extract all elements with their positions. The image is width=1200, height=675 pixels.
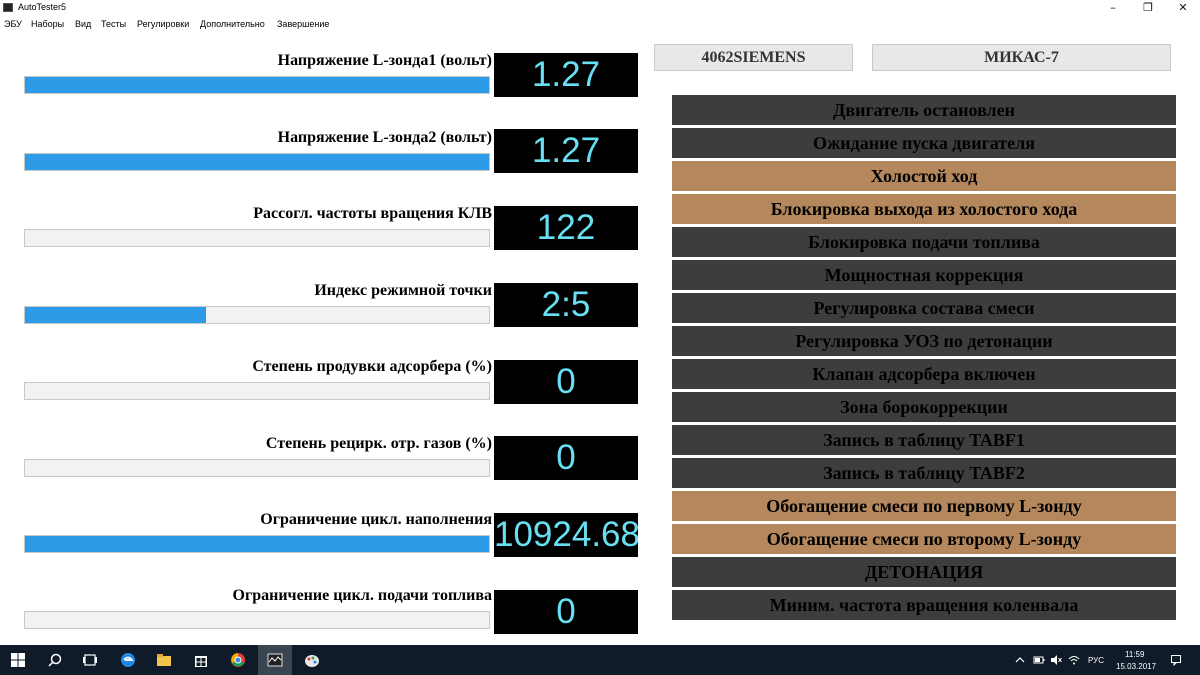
autotester-app-icon[interactable] <box>267 652 283 668</box>
battery-icon[interactable] <box>1033 654 1045 666</box>
app-icon <box>3 3 13 12</box>
title-bar: AutoTester5 – ❐ ✕ <box>0 0 1200 16</box>
menu-view[interactable]: Вид <box>75 19 91 29</box>
parameter-bar <box>24 535 490 553</box>
parameter-label: Ограничение цикл. наполнения <box>260 511 492 528</box>
parameter-bar <box>24 229 490 247</box>
task-view-icon[interactable] <box>82 652 98 668</box>
status-indicator: Обогащение смеси по первому L-зонду <box>672 491 1176 521</box>
taskbar: РУС 11:59 15.03.2017 <box>0 645 1200 675</box>
close-button[interactable]: ✕ <box>1165 0 1200 16</box>
status-indicator: Ожидание пуска двигателя <box>672 128 1176 158</box>
edge-browser-icon[interactable] <box>120 652 136 668</box>
status-indicator: Двигатель остановлен <box>672 95 1176 125</box>
chrome-icon[interactable] <box>230 652 246 668</box>
status-indicator: Регулировка УОЗ по детонации <box>672 326 1176 356</box>
status-indicator: Холостой ход <box>672 161 1176 191</box>
store-icon[interactable] <box>193 652 209 668</box>
menu-adjustments[interactable]: Регулировки <box>137 19 189 29</box>
clock-date[interactable]: 15.03.2017 <box>1116 662 1156 671</box>
window-title: AutoTester5 <box>18 2 67 12</box>
parameter-bar-fill <box>25 536 489 552</box>
status-indicator: Блокировка подачи топлива <box>672 227 1176 257</box>
menu-exit[interactable]: Завершение <box>277 19 329 29</box>
status-indicator: Обогащение смеси по второму L-зонду <box>672 524 1176 554</box>
parameter-label: Напряжение L-зонда1 (вольт) <box>277 52 492 69</box>
windows-start-icon[interactable] <box>10 652 26 668</box>
parameter-value: 1.27 <box>494 53 638 97</box>
parameter-bar <box>24 611 490 629</box>
parameter-value: 0 <box>494 360 638 404</box>
parameter-bar <box>24 76 490 94</box>
parameter-label: Рассогл. частоты вращения КЛВ <box>253 205 492 222</box>
status-indicator: Миним. частота вращения коленвала <box>672 590 1176 620</box>
wifi-icon[interactable] <box>1068 654 1080 666</box>
parameter-value: 2:5 <box>494 283 638 327</box>
status-indicator: Блокировка выхода из холостого хода <box>672 194 1176 224</box>
paint-app-icon[interactable] <box>304 652 320 668</box>
parameter-label: Напряжение L-зонда2 (вольт) <box>277 129 492 146</box>
parameter-label: Ограничение цикл. подачи топлива <box>232 587 493 604</box>
menu-ecu[interactable]: ЭБУ <box>4 19 22 29</box>
parameter-value: 10924.68 <box>494 513 638 557</box>
parameter-value: 0 <box>494 436 638 480</box>
parameter-value: 1.27 <box>494 129 638 173</box>
parameter-bar <box>24 459 490 477</box>
parameter-label: Индекс режимной точки <box>314 282 492 299</box>
menu-additional[interactable]: Дополнительно <box>200 19 265 29</box>
parameter-bar-fill <box>25 154 489 170</box>
language-indicator[interactable]: РУС <box>1088 656 1104 665</box>
parameter-bar-fill <box>25 307 206 323</box>
parameter-bar <box>24 306 490 324</box>
minimize-button[interactable]: – <box>1095 0 1131 16</box>
parameter-label: Степень рецирк. отр. газов (%) <box>265 435 492 452</box>
menu-sets[interactable]: Наборы <box>31 19 64 29</box>
parameter-bar <box>24 153 490 171</box>
parameter-value: 0 <box>494 590 638 634</box>
status-indicator: Мощностная коррекция <box>672 260 1176 290</box>
restore-button[interactable]: ❐ <box>1130 0 1166 16</box>
parameter-bar-fill <box>25 77 489 93</box>
parameter-value: 122 <box>494 206 638 250</box>
ecu-system-box: МИКАС-7 <box>872 44 1171 71</box>
status-indicator: ДЕТОНАЦИЯ <box>672 557 1176 587</box>
status-indicator: Регулировка состава смеси <box>672 293 1176 323</box>
status-indicator: Запись в таблицу TABF1 <box>672 425 1176 455</box>
notifications-icon[interactable] <box>1170 654 1182 666</box>
search-icon[interactable] <box>47 652 63 668</box>
chevron-up-icon[interactable] <box>1015 655 1025 665</box>
parameter-label: Степень продувки адсорбера (%) <box>252 358 492 375</box>
status-indicator: Запись в таблицу TABF2 <box>672 458 1176 488</box>
ecu-model-box: 4062SIEMENS <box>654 44 853 71</box>
file-explorer-icon[interactable] <box>156 652 172 668</box>
status-indicator: Клапан адсорбера включен <box>672 359 1176 389</box>
menu-tests[interactable]: Тесты <box>101 19 126 29</box>
speaker-muted-icon[interactable] <box>1050 654 1062 666</box>
status-indicator: Зона борокоррекции <box>672 392 1176 422</box>
parameter-bar <box>24 382 490 400</box>
clock-time[interactable]: 11:59 <box>1125 650 1144 659</box>
